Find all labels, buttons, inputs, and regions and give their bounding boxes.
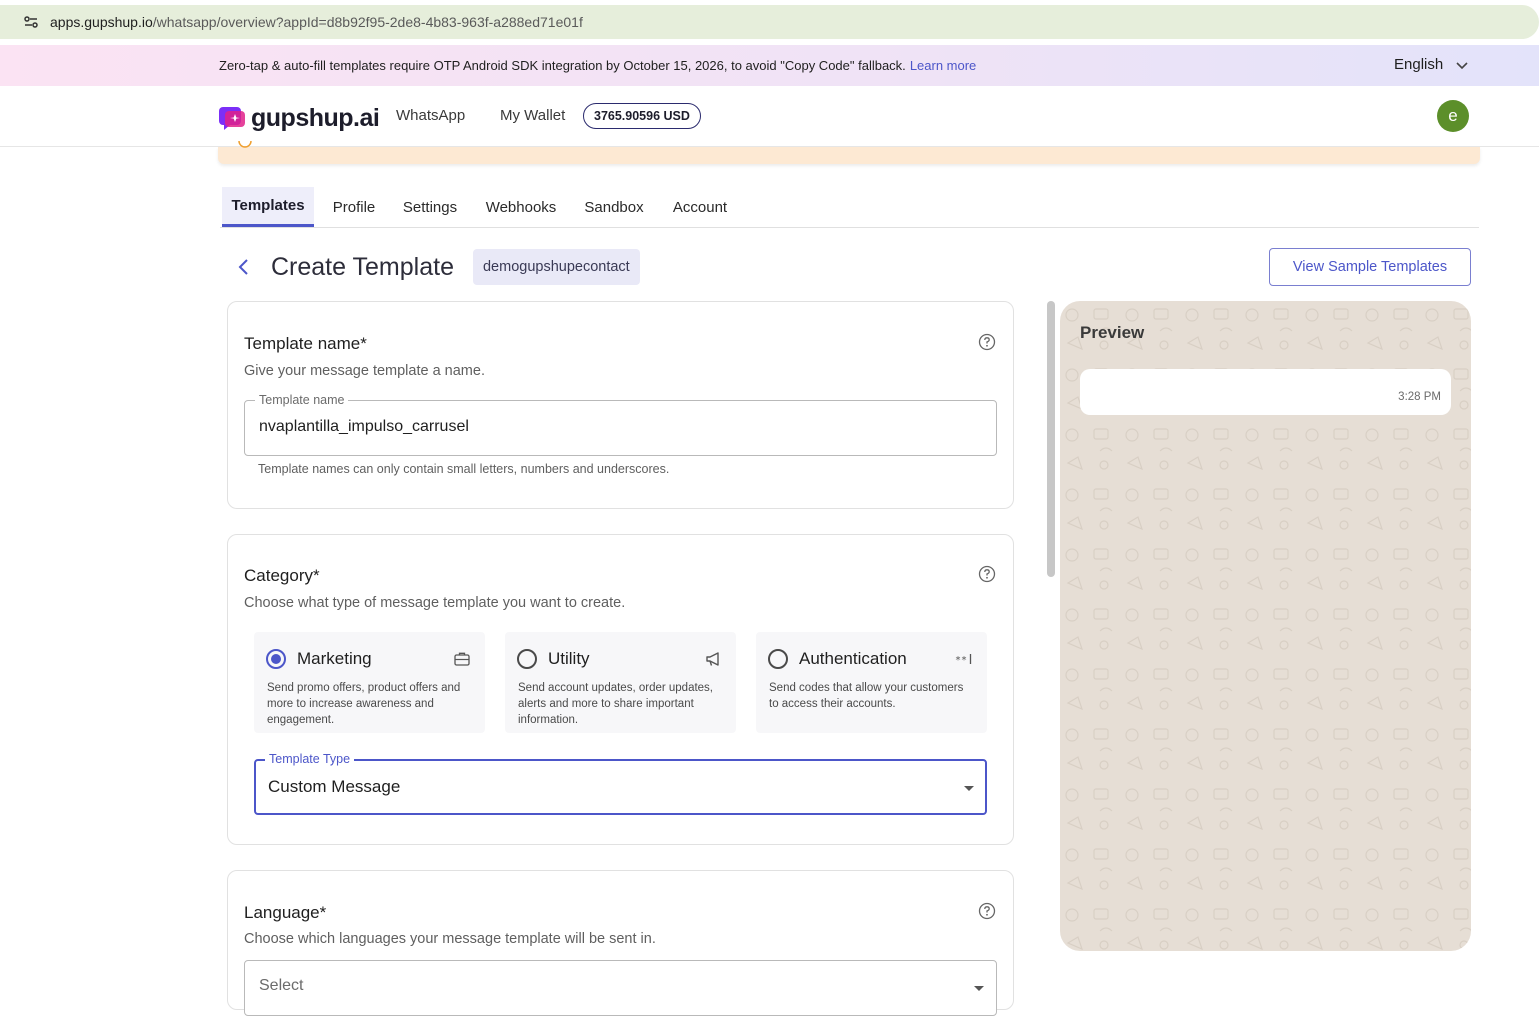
learn-more-link[interactable]: Learn more xyxy=(910,58,976,73)
tab-templates[interactable]: Templates xyxy=(222,187,314,227)
marketing-label: Marketing xyxy=(297,649,372,668)
nav-whatsapp[interactable]: WhatsApp xyxy=(396,107,465,124)
banner-message: Zero-tap & auto-fill templates require O… xyxy=(219,58,977,73)
category-title: Category* xyxy=(244,566,320,585)
template-type-value: Custom Message xyxy=(268,777,401,796)
site-settings-icon[interactable] xyxy=(22,13,40,31)
authentication-label: Authentication xyxy=(799,649,907,668)
browser-address-bar: apps.gupshup.io/whatsapp/overview?appId=… xyxy=(0,0,1539,45)
tab-profile[interactable]: Profile xyxy=(328,187,380,227)
category-option-authentication[interactable]: Authentication ** Send codes that allow … xyxy=(756,632,987,733)
tab-sandbox[interactable]: Sandbox xyxy=(582,187,646,227)
view-sample-templates-button[interactable]: View Sample Templates xyxy=(1269,248,1471,286)
page-header: Create Template demogupshupecontact xyxy=(230,249,640,285)
template-name-title: Template name* xyxy=(244,334,367,353)
wallet-balance-badge[interactable]: 3765.90596 USD xyxy=(583,103,701,129)
utility-description: Send account updates, order updates, ale… xyxy=(518,682,714,726)
message-timestamp: 3:28 PM xyxy=(1398,391,1441,403)
form-scrollbar[interactable] xyxy=(1047,301,1055,577)
marketing-radio[interactable] xyxy=(266,649,286,669)
language-selector[interactable]: English xyxy=(1394,56,1469,73)
language-card: Language* Choose which languages your me… xyxy=(227,870,1014,1016)
back-button[interactable] xyxy=(230,253,258,281)
tab-account[interactable]: Account xyxy=(669,187,731,227)
template-type-select[interactable]: Template Type Custom Message xyxy=(254,752,987,815)
template-name-subtitle: Give your message template a name. xyxy=(244,363,485,379)
tab-bar: Templates Profile Settings Webhooks Sand… xyxy=(220,187,1479,228)
tab-webhooks[interactable]: Webhooks xyxy=(482,187,560,227)
app-name-chip: demogupshupecontact xyxy=(472,249,640,285)
page-title: Create Template xyxy=(271,252,454,281)
url-text: apps.gupshup.io/whatsapp/overview?appId=… xyxy=(50,14,583,30)
gupshup-logo[interactable]: gupshup.ai xyxy=(219,104,380,133)
preview-panel: Preview 3:28 PM xyxy=(1060,301,1471,951)
template-name-value: nvaplantilla_impulso_carrusel xyxy=(259,418,469,435)
chevron-left-icon xyxy=(238,259,248,275)
warning-strip xyxy=(218,141,1480,164)
address-field[interactable]: apps.gupshup.io/whatsapp/overview?appId=… xyxy=(0,5,1539,39)
megaphone-icon xyxy=(706,652,719,666)
template-name-hint: Template names can only contain small le… xyxy=(258,462,670,476)
help-icon[interactable] xyxy=(978,333,996,351)
template-type-label: Template Type xyxy=(265,752,355,766)
authentication-description: Send codes that allow your customers to … xyxy=(769,682,964,710)
top-navigation: gupshup.ai WhatsApp My Wallet 3765.90596… xyxy=(0,86,1539,147)
tab-settings[interactable]: Settings xyxy=(400,187,460,227)
chevron-down-icon xyxy=(1456,61,1468,69)
template-name-label: Template name xyxy=(255,393,349,407)
utility-radio[interactable] xyxy=(517,649,537,669)
announcement-banner: Zero-tap & auto-fill templates require O… xyxy=(0,45,1539,86)
language-title: Language* xyxy=(244,903,327,922)
language-placeholder: Select xyxy=(259,977,304,994)
help-icon[interactable] xyxy=(978,565,996,583)
user-avatar[interactable]: e xyxy=(1437,100,1469,132)
message-bubble: 3:28 PM xyxy=(1080,369,1451,415)
template-name-card: Template name* Give your message templat… xyxy=(227,301,1014,509)
help-icon[interactable] xyxy=(978,902,996,920)
nav-my-wallet[interactable]: My Wallet xyxy=(500,107,565,124)
dropdown-arrow-icon xyxy=(964,786,974,791)
category-option-marketing[interactable]: Marketing Send promo offers, product off… xyxy=(254,632,485,733)
logo-mark-icon xyxy=(219,106,245,130)
category-subtitle: Choose what type of message template you… xyxy=(244,595,626,611)
svg-text:**: ** xyxy=(955,655,967,666)
template-name-input[interactable]: Template name nvaplantilla_impulso_carru… xyxy=(244,393,997,456)
language-subtitle: Choose which languages your message temp… xyxy=(244,931,656,947)
language-label: English xyxy=(1394,56,1444,73)
language-select[interactable]: Select xyxy=(244,960,997,1016)
marketing-description: Send promo offers, product offers and mo… xyxy=(267,682,461,726)
utility-label: Utility xyxy=(548,649,590,668)
briefcase-icon xyxy=(454,652,470,666)
warning-icon xyxy=(238,141,252,148)
preview-title: Preview xyxy=(1080,323,1145,342)
category-option-utility[interactable]: Utility Send account updates, order upda… xyxy=(505,632,736,733)
authentication-radio[interactable] xyxy=(768,649,788,669)
password-icon: ** xyxy=(955,654,972,666)
